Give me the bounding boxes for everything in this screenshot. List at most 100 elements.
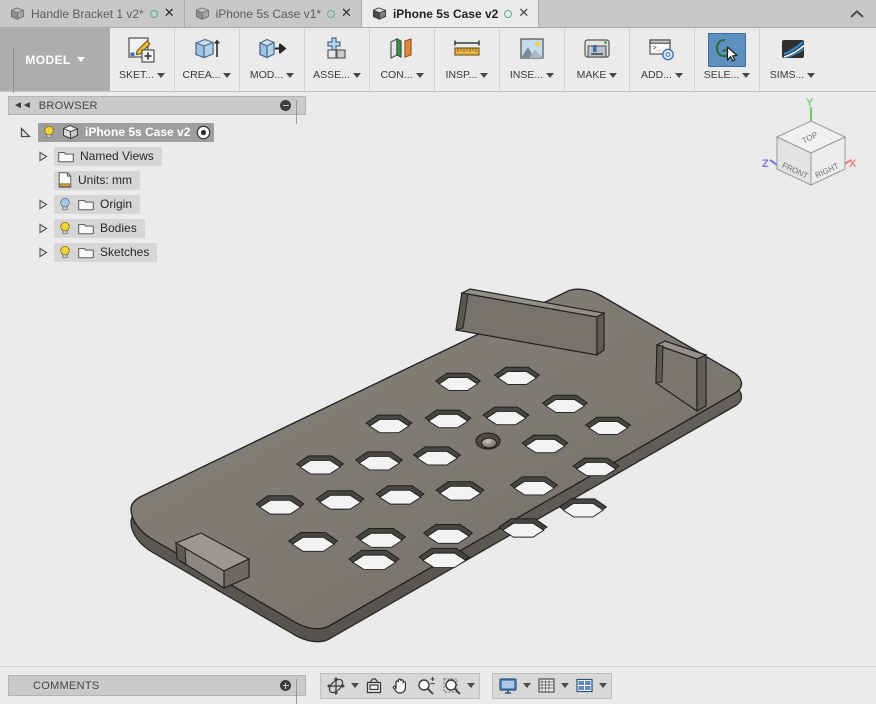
chevron-down-icon [609,72,618,78]
plus-circle-icon[interactable] [280,680,291,691]
tree-item-pill[interactable]: Origin [54,194,141,214]
ribbon-tab-sketch[interactable]: SKET... [110,28,175,91]
pan-button[interactable] [388,675,412,697]
expand-arrow-collapsed-icon[interactable] [38,150,54,162]
chevron-down-icon [286,72,295,78]
tree-item-root[interactable]: iPhone 5s Case v2 [8,120,308,144]
display-settings-button[interactable] [496,675,520,697]
orbit-button[interactable] [324,675,348,697]
tree-item-pill[interactable]: Sketches [54,242,158,262]
folder-icon [78,223,94,234]
cube-icon [10,7,25,20]
lightbulb-off-icon[interactable] [58,197,72,212]
zoom-window-icon [443,678,461,695]
tree-item-label: Sketches [100,245,150,259]
tree-item-pill[interactable]: Bodies [54,218,145,238]
tree-item-named-views[interactable]: Named Views [8,144,308,168]
tree-item-sketches[interactable]: Sketches [8,240,308,264]
ribbon-tab-addins[interactable]: >_ ADD... [630,28,695,91]
status-bar: COMMENTS [0,666,876,704]
tree-item-pill[interactable]: Units: mm [54,170,140,190]
chevron-down-icon[interactable] [466,683,476,688]
chevron-down-icon [742,72,751,78]
chevron-down-icon[interactable] [350,683,360,688]
ribbon-tab-inspect[interactable]: INSP... [435,28,500,91]
folder-icon [58,151,74,162]
ribbon-tab-select[interactable]: SELE... [695,28,760,91]
tree-root-pill[interactable]: iPhone 5s Case v2 [38,122,215,142]
tree-item-origin[interactable]: Origin [8,192,308,216]
chevron-down-icon [674,72,683,78]
document-tab-2[interactable]: iPhone 5s Case v2 ✕ [361,0,540,27]
collapse-panel-button[interactable] [846,4,868,24]
axis-y-label: Y [806,97,814,109]
assemble-icon [318,33,356,67]
grid-snap-button[interactable] [534,675,558,697]
document-tab-1[interactable]: iPhone 5s Case v1* ✕ [184,0,362,27]
create-icon [188,33,226,67]
ribbon-tab-construct[interactable]: CON... [370,28,435,91]
document-tab-label: iPhone 5s Case v2 [392,6,499,21]
chevron-down-icon [415,72,424,78]
close-icon[interactable]: ✕ [164,7,175,20]
document-tab-label: iPhone 5s Case v1* [215,6,322,21]
chevron-down-icon [546,72,555,78]
ribbon-tab-create[interactable]: CREA... [175,28,240,91]
addins-icon: >_ [643,33,681,67]
chevron-down-icon [157,72,165,78]
chevron-down-icon[interactable] [598,683,608,688]
expand-arrow-collapsed-icon[interactable] [38,198,54,210]
zoom-window-button[interactable] [440,675,464,697]
chevron-down-icon [223,72,232,78]
folder-icon [78,199,94,210]
ribbon-tab-assemble[interactable]: ASSE... [305,28,370,91]
document-tab-bar: Handle Bracket 1 v2* ✕ iPhone 5s Case v1… [0,0,876,28]
lightbulb-on-icon[interactable] [42,125,56,140]
lightbulb-on-icon[interactable] [58,221,72,236]
chevron-down-icon[interactable] [522,683,532,688]
workspace-switcher-button[interactable]: MODEL [0,28,110,96]
resize-grip-icon[interactable] [296,679,301,704]
ribbon-tab-insert[interactable]: INSE... [500,28,565,91]
zoom-button[interactable] [414,675,438,697]
make-icon [578,33,616,67]
activate-component-icon[interactable] [196,125,211,140]
unsaved-dot-icon [504,9,513,18]
chevron-down-icon [807,72,816,78]
resize-grip-icon[interactable] [296,99,301,124]
folder-icon [78,247,94,258]
unsaved-dot-icon [149,9,158,18]
tree-item-pill[interactable]: Named Views [54,146,162,166]
comments-panel[interactable]: COMMENTS [8,675,306,704]
lightbulb-on-icon[interactable] [58,245,72,260]
viewports-button[interactable] [572,675,596,697]
fusion360-window: Handle Bracket 1 v2* ✕ iPhone 5s Case v1… [0,0,876,704]
pan-hand-icon [392,678,406,694]
tree-item-units[interactable]: Units: mm [8,168,308,192]
ribbon-groups: SKET... CREA... MOD... ASSE... CON... IN… [110,28,876,91]
ribbon-tab-simscale[interactable]: SIMS... [760,28,825,91]
expand-arrow-collapsed-icon[interactable] [38,246,54,258]
close-icon[interactable]: ✕ [341,7,352,20]
chevron-down-icon[interactable] [560,683,570,688]
cube-icon [195,7,209,20]
document-tab-0[interactable]: Handle Bracket 1 v2* ✕ [0,0,185,27]
ribbon-tab-label: SELE... [704,69,751,81]
ribbon-tab-modify[interactable]: MOD... [240,28,305,91]
ribbon-tab-label: INSP... [446,69,489,81]
minus-circle-icon[interactable] [280,100,291,111]
view-cube[interactable]: Y X Z TOP FRONT RIGHT [748,95,868,200]
ribbon-tab-label: ADD... [641,69,683,81]
expand-arrow-expanded-icon[interactable] [20,126,38,138]
look-at-icon [366,677,382,693]
navigation-bar-group-2 [492,672,612,699]
ribbon-tab-make[interactable]: MAKE [565,28,630,91]
ribbon-tab-label: INSE... [510,69,555,81]
expand-arrow-collapsed-icon[interactable] [38,222,54,234]
tree-item-label: Named Views [80,149,154,163]
double-chevron-left-icon[interactable]: ◄◄ [13,100,32,111]
tree-item-bodies[interactable]: Bodies [8,216,308,240]
display-settings-icon [499,677,517,694]
close-icon[interactable]: ✕ [518,7,529,20]
look-at-button[interactable] [362,675,386,697]
